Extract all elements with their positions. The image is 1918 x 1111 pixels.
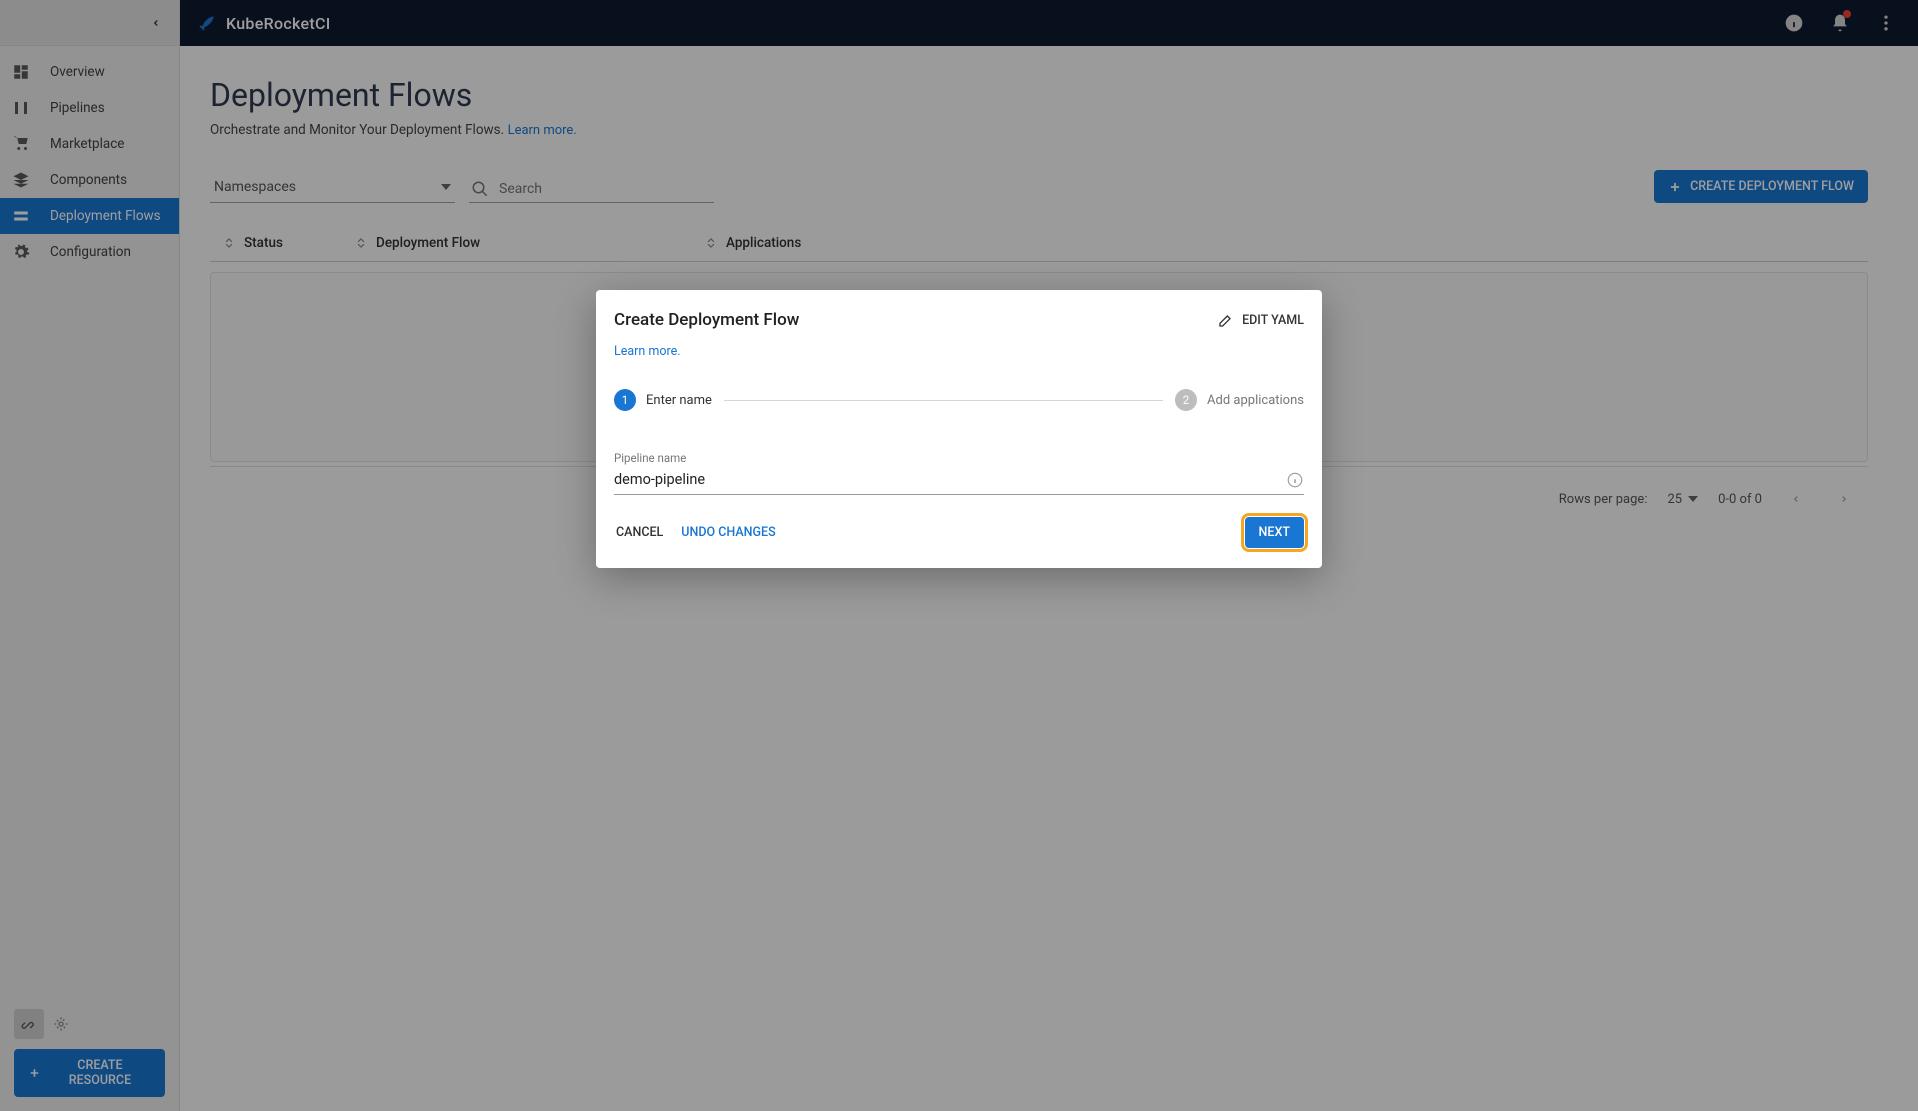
step-label: Add applications [1207,393,1304,408]
step-label: Enter name [646,393,712,408]
step-number: 1 [614,389,636,411]
dialog-header: Create Deployment Flow EDIT YAML [614,310,1304,330]
pipeline-name-field: Pipeline name [614,437,1304,495]
field-input-row [614,465,1304,495]
dialog-title: Create Deployment Flow [614,310,799,330]
modal-overlay[interactable]: Create Deployment Flow EDIT YAML Learn m… [0,0,1918,1111]
info-outline-icon[interactable] [1286,471,1304,489]
pipeline-name-input[interactable] [614,465,1286,494]
pencil-icon [1218,312,1234,328]
next-button[interactable]: NEXT [1245,517,1304,548]
step-enter-name: 1 Enter name [614,389,712,411]
edit-yaml-label: EDIT YAML [1242,313,1304,328]
stepper: 1 Enter name 2 Add applications [614,389,1304,411]
edit-yaml-button[interactable]: EDIT YAML [1218,312,1304,328]
step-number: 2 [1175,389,1197,411]
cancel-button[interactable]: CANCEL [614,519,665,546]
step-add-applications: 2 Add applications [1175,389,1304,411]
dialog-learn-more-link[interactable]: Learn more. [614,344,681,359]
undo-changes-button[interactable]: UNDO CHANGES [679,519,777,546]
field-label: Pipeline name [614,451,1304,465]
dialog-actions: CANCEL UNDO CHANGES NEXT [614,517,1304,548]
step-connector [724,400,1163,401]
create-deployment-flow-dialog: Create Deployment Flow EDIT YAML Learn m… [596,290,1322,568]
